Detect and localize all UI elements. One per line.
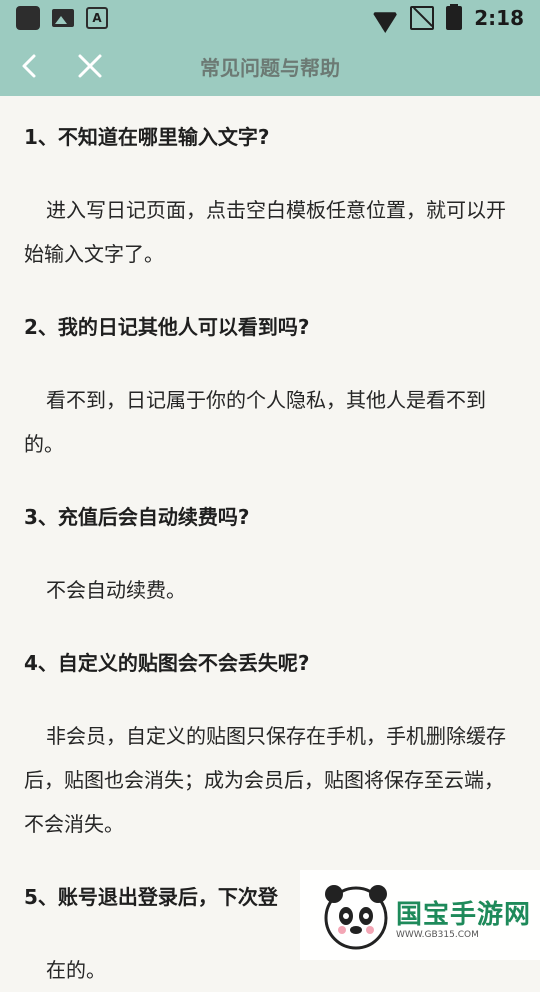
faq-list: 1、不知道在哪里输入文字? 进入写日记页面，点击空白模板任意位置，就可以开始输入… — [24, 96, 520, 982]
status-left: A — [16, 6, 108, 30]
watermark-url: WWW.GB315.COM — [396, 930, 479, 940]
app-icon — [16, 6, 40, 30]
panda-logo-icon — [324, 885, 388, 950]
faq-answer: 不会自动续费。 — [46, 578, 186, 602]
faq-question: 2、我的日记其他人可以看到吗? — [24, 315, 310, 339]
status-right: 2:18 — [372, 4, 524, 30]
watermark: 国宝手游网 WWW.GB315.COM — [300, 870, 540, 960]
faq-question: 3、充值后会自动续费吗? — [24, 505, 250, 529]
back-button[interactable] — [0, 36, 60, 96]
wifi-icon — [372, 7, 398, 29]
close-icon — [78, 54, 102, 78]
faq-answer: 非会员，自定义的贴图只保存在手机，手机删除缓存后，贴图也会消失；成为会员后，贴图… — [24, 724, 506, 836]
chevron-left-icon — [22, 54, 36, 78]
watermark-brand: 国宝手游网 — [396, 900, 532, 930]
image-icon — [52, 9, 74, 27]
battery-charging-icon — [446, 4, 463, 30]
status-bar: A 2:18 — [0, 0, 540, 36]
status-time: 2:18 — [474, 6, 524, 30]
faq-question: 4、自定义的贴图会不会丢失呢? — [24, 651, 310, 675]
faq-answer: 进入写日记页面，点击空白模板任意位置，就可以开始输入文字了。 — [24, 198, 506, 266]
faq-answer: 看不到，日记属于你的个人隐私，其他人是看不到的。 — [24, 388, 486, 456]
no-sim-icon — [410, 6, 435, 30]
a-icon: A — [86, 7, 108, 29]
faq-question: 1、不知道在哪里输入文字? — [24, 125, 270, 149]
close-button[interactable] — [60, 36, 120, 96]
nav-bar: 常见问题与帮助 — [0, 36, 540, 96]
